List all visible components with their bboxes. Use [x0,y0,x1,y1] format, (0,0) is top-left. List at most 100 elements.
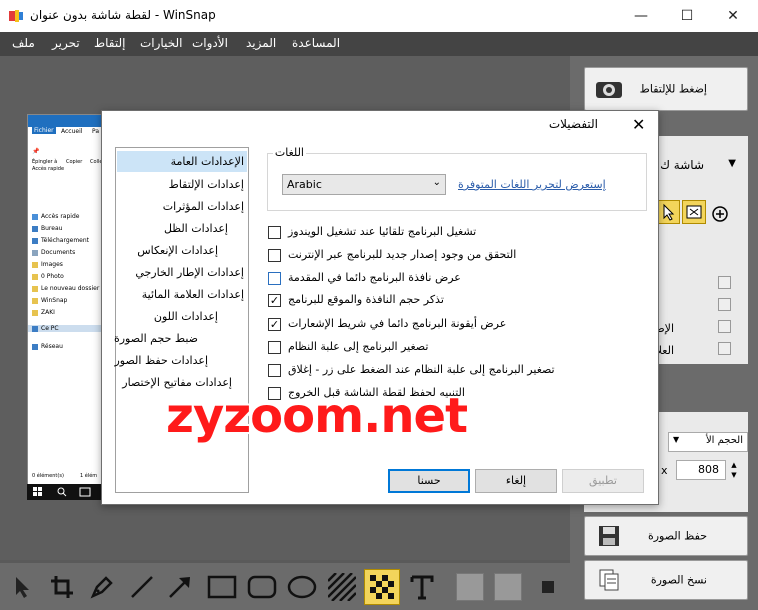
stepper[interactable]: ▲ ▼ [728,460,740,480]
arrow-line-icon [169,577,190,598]
floppy-save-icon [599,526,619,546]
languages-group: اللغات Arabic ⌄ إستعرض لتحرير اللغات الم… [267,146,647,211]
copy-image-button[interactable]: نسخ الصورة [584,560,748,600]
nav-reflection[interactable]: إعدادات الإنعكاس [137,244,218,257]
rectangle-icon [207,575,237,599]
nav-resize[interactable]: ضبط حجم الصورة [114,332,198,345]
explorer-tab: Pa [92,128,100,135]
arrow-cursor-icon [16,577,29,598]
region-mode-button[interactable] [682,200,706,224]
apply-button[interactable]: تطبيق [562,469,644,493]
effect-checkbox[interactable] [718,320,731,333]
nav-general[interactable]: الإعدادات العامة [117,151,247,172]
site-watermark: zyzoom.net [166,388,468,444]
line-width-picker[interactable] [530,569,566,605]
ellipse-tool[interactable] [284,569,320,605]
crop-tool[interactable] [44,569,80,605]
nav-shadow[interactable]: إعدادات الظل [164,222,228,235]
explorer-nav-item: Le nouveau dossier [32,285,99,292]
task-view-icon [79,487,91,497]
stroke-color-swatch[interactable] [490,569,526,605]
capture-button[interactable]: إضغط للإلتقاط [584,67,748,111]
dialog-close-icon[interactable]: ✕ [632,115,645,134]
option-close-to-tray[interactable]: تصغير البرنامج إلى علبة النظام عند الضغط… [268,363,648,379]
explorer-nav-item: WinSnap [32,297,67,304]
add-mode-button[interactable] [710,204,730,224]
nav-outer-frame[interactable]: إعدادات الإطار الخارجي [135,266,244,279]
menu-more[interactable]: المزيد [246,36,276,50]
pixelate-tool[interactable] [364,569,400,605]
captured-explorer-image: Fichier Accueil Pa 📌 Épingler à Accès ra… [27,114,107,500]
title-bar: لقطة شاشة بدون عنوان - WinSnap — ☐ ✕ [0,0,758,32]
explorer-status: 1 élém [80,473,98,479]
crop-icon [51,576,73,598]
copy-icon [599,569,619,591]
cancel-button[interactable]: إلغاء [475,469,557,493]
checkbox[interactable] [268,272,281,285]
captured-taskbar [27,484,107,500]
option-remember-position[interactable]: ✓ تذكر حجم النافذة والموقع للبرنامج [268,293,648,309]
effect-checkbox[interactable] [718,342,731,355]
explorer-nav-item: Accès rapide [32,213,79,220]
save-image-button[interactable]: حفظ الصورة [584,516,748,556]
menu-edit[interactable]: تحرير [52,36,80,50]
option-tray-icon[interactable]: ✓ عرض أيقونة البرنامج دائما في شريط الإشع… [268,317,648,333]
checkbox[interactable]: ✓ [268,294,281,307]
width-input[interactable]: 808 [676,460,726,480]
close-window-button[interactable]: ✕ [710,0,756,32]
edit-languages-link[interactable]: إستعرض لتحرير اللغات المتوفرة [458,178,606,191]
menu-file[interactable]: ملف [12,36,35,50]
explorer-nav-item: Ce PC [28,325,106,332]
option-minimize-to-tray[interactable]: تصغير البرنامج إلى علبة النظام [268,340,648,356]
checkbox[interactable]: ✓ [268,318,281,331]
fill-color-swatch[interactable] [452,569,488,605]
rounded-rectangle-tool[interactable] [244,569,280,605]
drawing-toolbar [0,563,570,610]
explorer-nav-item: Documents [32,249,75,256]
explorer-tab: Fichier [32,127,56,134]
windows-start-icon [33,487,42,496]
pointer-mode-button[interactable] [656,200,680,224]
line-tool[interactable] [124,569,160,605]
text-tool[interactable] [404,569,440,605]
menu-capture[interactable]: إلتقاط [94,36,125,50]
minimize-button[interactable]: — [618,0,664,32]
pen-icon [90,576,113,599]
ok-button[interactable]: حسنا [388,469,470,493]
checkbox[interactable] [268,364,281,377]
region-icon [686,205,702,219]
select-tool[interactable] [4,569,40,605]
menu-options[interactable]: الخيارات [140,36,182,50]
nav-save[interactable]: إعدادات حفظ الصور [115,354,209,367]
effect-checkbox[interactable] [718,298,731,311]
nav-effects[interactable]: إعدادات المؤثرات [163,200,244,213]
nav-watermark[interactable]: إعدادات العلامة المائية [142,288,244,301]
explorer-ribbon-item: Épingler à [32,159,58,165]
checkbox[interactable] [268,249,281,262]
arrow-tool[interactable] [162,569,198,605]
winsnap-app-icon [9,10,23,22]
cursor-icon [663,203,675,221]
language-select[interactable]: Arabic ⌄ [282,174,446,195]
nav-capture[interactable]: إعدادات الإلتقاط [169,178,244,191]
effect-checkbox[interactable] [718,276,731,289]
pen-tool[interactable] [84,569,120,605]
explorer-nav-item: Téléchargement [32,237,89,244]
checkbox[interactable] [268,226,281,239]
size-select[interactable]: الحجم الأ ▼ [668,432,748,452]
text-icon [410,575,434,600]
size-x-label: x [661,464,668,477]
option-autostart[interactable]: تشغيل البرنامج تلقائيا عند تشغيل الويندو… [268,225,648,241]
rectangle-tool[interactable] [204,569,240,605]
maximize-button[interactable]: ☐ [664,0,710,32]
chevron-down-icon[interactable]: ▼ [728,158,736,169]
nav-color[interactable]: إعدادات اللون [154,310,218,323]
menu-tools[interactable]: الأدوات [192,36,228,50]
checkbox[interactable] [268,341,281,354]
option-check-updates[interactable]: التحقق من وجود إصدار جديد للبرنامج عبر ا… [268,248,648,264]
explorer-ribbon-item: Accès rapide [32,166,65,172]
hatch-tool[interactable] [324,569,360,605]
plus-circle-icon [712,206,728,222]
option-always-on-top[interactable]: عرض نافذة البرنامج دائما في المقدمة [268,271,648,287]
menu-help[interactable]: المساعدة [292,36,340,50]
